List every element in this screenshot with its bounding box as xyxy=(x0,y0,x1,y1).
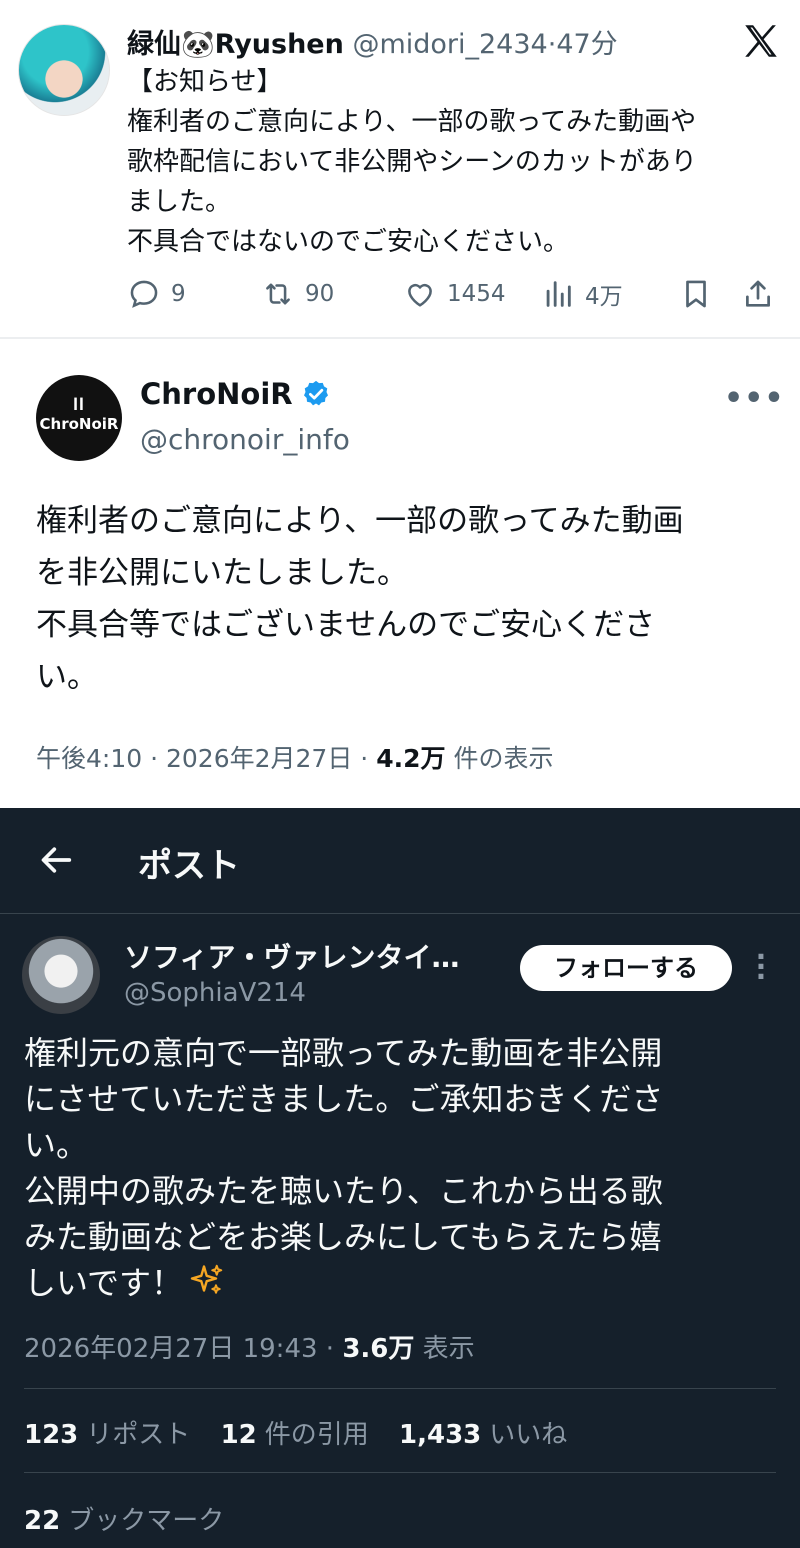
post-line: 権利者のご意向により、一部の歌ってみた動画や xyxy=(127,107,697,137)
post-chronoir: ꟾꟾ ChroNoiR ChroNoiR @chronoir_info ••• … xyxy=(0,339,800,807)
x-logo-icon[interactable] xyxy=(740,20,782,62)
views-count: 3.6万 xyxy=(342,1334,415,1364)
display-name[interactable]: ChroNoiR xyxy=(140,377,293,411)
back-arrow-icon[interactable] xyxy=(36,840,76,880)
post-header: 緑仙🐼Ryushen @midori_2434·47分 xyxy=(127,22,618,61)
divider xyxy=(24,1388,776,1389)
post-line-last: しいです！ xyxy=(24,1260,784,1306)
post-meta: 午後4:10 · 2026年2月27日 · 4.2万 件の表示 xyxy=(36,739,553,775)
views-count: 4.2万 xyxy=(376,744,446,773)
display-name[interactable]: ソフィア・ヴァレンタイ… xyxy=(124,936,459,976)
reposts-stat[interactable]: 123 リポスト xyxy=(24,1420,190,1450)
post-line: い。 xyxy=(24,1126,89,1164)
post-line: みた動画などをお楽しみにしてもらえたら嬉 xyxy=(24,1218,662,1256)
more-options-icon[interactable]: ••• xyxy=(724,381,785,416)
post-line: にさせていただきました。ご承知おきくださ xyxy=(24,1080,664,1118)
divider xyxy=(24,1472,776,1473)
like-icon xyxy=(408,283,432,307)
share-button[interactable] xyxy=(741,274,785,314)
post-line: い。 xyxy=(36,659,98,695)
like-button[interactable]: 1454 xyxy=(403,274,506,314)
bookmarks-count: 22 xyxy=(24,1506,61,1536)
logo-mark-icon: ꟾꟾ xyxy=(73,399,85,414)
post-time[interactable]: 午後4:10 xyxy=(36,744,142,773)
repost-button[interactable]: 90 xyxy=(261,274,334,314)
chronoir-logo[interactable]: ꟾꟾ ChroNoiR xyxy=(36,375,122,461)
post-date[interactable]: 2026年2月27日 xyxy=(166,744,352,773)
handle[interactable]: @midori_2434 xyxy=(352,29,547,60)
views-count: 4万 xyxy=(585,284,623,310)
bookmark-button[interactable] xyxy=(679,274,723,314)
reply-button[interactable]: 9 xyxy=(127,274,186,314)
post-line: 公開中の歌みたを聴いたり、これから出る歌 xyxy=(24,1172,663,1210)
post-datetime[interactable]: 2026年02月27日 19:43 xyxy=(24,1334,318,1364)
likes-stat[interactable]: 1,433 いいね xyxy=(399,1420,567,1450)
share-icon xyxy=(746,280,770,307)
post-line: 歌枠配信において非公開やシーンのカットがあり xyxy=(127,147,697,177)
views-label: 表示 xyxy=(422,1334,475,1364)
top-bar: ポスト xyxy=(0,808,800,914)
logo-text: ChroNoiR xyxy=(39,415,119,433)
post-line: ました。 xyxy=(127,187,232,217)
post-ryushen: 緑仙🐼Ryushen @midori_2434·47分 【お知らせ】 権利者のご… xyxy=(0,0,800,338)
avatar[interactable] xyxy=(22,936,100,1014)
timestamp[interactable]: 47分 xyxy=(556,29,617,60)
meta-separator: · xyxy=(360,744,369,773)
engagement-stats: 123 リポスト 12 件の引用 1,433 いいね xyxy=(24,1414,589,1451)
quotes-stat[interactable]: 12 件の引用 xyxy=(221,1420,369,1450)
post-line: を非公開にいたしました。 xyxy=(36,555,408,591)
post-line: 不具合等ではございませんのでご安心くださ xyxy=(36,607,656,643)
handle[interactable]: @SophiaV214 xyxy=(124,978,306,1008)
quotes-label: 件の引用 xyxy=(264,1420,369,1450)
post-line: 【お知らせ】 xyxy=(127,67,283,97)
like-count: 1454 xyxy=(447,281,506,307)
post-line: 権利者のご意向により、一部の歌ってみた動画 xyxy=(36,503,684,539)
post-meta: 2026年02月27日 19:43 · 3.6万 表示 xyxy=(24,1328,475,1365)
post-body: 権利者のご意向により、一部の歌ってみた動画 を非公開にいたしました。 不具合等で… xyxy=(36,495,776,703)
repost-icon xyxy=(266,283,290,305)
post-line: 権利元の意向で一部歌ってみた動画を非公開 xyxy=(24,1034,663,1072)
avatar[interactable] xyxy=(18,24,110,116)
meta-separator: · xyxy=(325,1334,335,1364)
repost-count: 90 xyxy=(305,281,335,307)
post-sophia: ポスト ソフィア・ヴァレンタイ… @SophiaV214 フォローする · · · … xyxy=(0,808,800,1548)
display-name-row: ChroNoiR xyxy=(140,377,331,411)
bookmark-icon xyxy=(686,280,706,308)
handle[interactable]: @chronoir_info xyxy=(140,423,350,456)
sparkles-icon xyxy=(190,1264,223,1294)
meta-separator: · xyxy=(150,744,159,773)
page-title: ポスト xyxy=(138,846,240,886)
views-button[interactable]: 4万 xyxy=(541,274,623,314)
verified-badge-icon[interactable] xyxy=(301,379,331,409)
views-icon xyxy=(546,281,571,307)
action-bar: 9 90 1454 4万 xyxy=(127,274,787,314)
reposts-label: リポスト xyxy=(86,1420,191,1450)
reply-count: 9 xyxy=(171,281,186,307)
reply-icon xyxy=(130,280,158,308)
quotes-count: 12 xyxy=(220,1420,257,1450)
follow-button[interactable]: フォローする xyxy=(520,945,732,991)
likes-count: 1,433 xyxy=(399,1420,482,1450)
bookmarks-label: ブックマーク xyxy=(68,1506,225,1536)
likes-label: いいね xyxy=(489,1420,568,1450)
bookmarks-stat[interactable]: 22 ブックマーク xyxy=(24,1500,224,1537)
more-options-icon[interactable]: · · · xyxy=(753,943,769,991)
reposts-count: 123 xyxy=(24,1420,79,1450)
post-line: しいです！ xyxy=(24,1264,184,1302)
post-body: 権利元の意向で一部歌ってみた動画を非公開 にさせていただきました。ご承知おきくだ… xyxy=(24,1030,784,1306)
display-name[interactable]: 緑仙🐼Ryushen xyxy=(127,29,344,60)
post-body: 【お知らせ】 権利者のご意向により、一部の歌ってみた動画や 歌枠配信において非公… xyxy=(127,62,777,262)
views-label: 件の表示 xyxy=(453,744,554,773)
post-line: 不具合ではないのでご安心ください。 xyxy=(127,227,570,257)
